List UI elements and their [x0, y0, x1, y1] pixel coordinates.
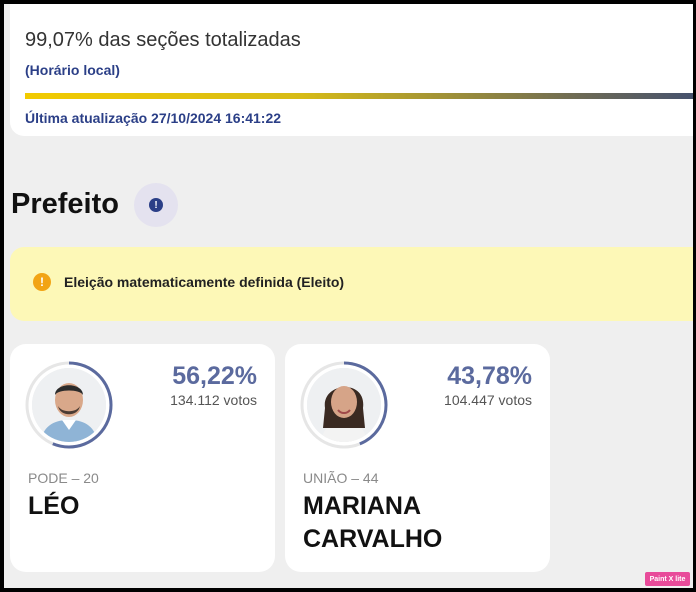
candidate-party: PODE – 20	[28, 470, 99, 486]
warning-icon: !	[33, 273, 51, 291]
result-alert: ! Eleição matematicamente definida (Elei…	[10, 247, 693, 321]
candidate-avatar-wrap	[24, 360, 114, 450]
candidate-photo	[307, 368, 381, 442]
candidate-party: UNIÃO – 44	[303, 470, 379, 486]
app-frame: 99,07% das seções totalizadas (Horário l…	[4, 4, 693, 588]
candidate-percent: 43,78%	[447, 362, 532, 390]
candidate-name: LÉO	[28, 492, 80, 520]
totalization-title: 99,07% das seções totalizadas	[25, 29, 301, 51]
candidate-photo	[32, 368, 106, 442]
candidate-card[interactable]: 56,22% 134.112 votos PODE – 20 LÉO	[10, 344, 275, 572]
candidate-votes: 134.112 votos	[170, 392, 257, 408]
totalization-progress-bar	[25, 93, 693, 99]
last-update-text: Última atualização 27/10/2024 16:41:22	[25, 110, 282, 126]
candidate-percent: 56,22%	[172, 362, 257, 390]
local-time-note: (Horário local)	[25, 62, 120, 78]
section-title: Prefeito	[11, 188, 119, 220]
candidate-avatar-wrap	[299, 360, 389, 450]
info-icon: !	[149, 198, 163, 212]
watermark-badge: Paint X lite	[645, 572, 690, 586]
candidate-card[interactable]: 43,78% 104.447 votos UNIÃO – 44 MARIANA …	[285, 344, 550, 572]
totalization-progress-fill	[25, 93, 693, 99]
candidate-name: MARIANA CARVALHO	[303, 492, 443, 553]
candidate-votes: 104.447 votos	[444, 392, 532, 408]
totalization-card: 99,07% das seções totalizadas (Horário l…	[10, 4, 693, 136]
info-button[interactable]: !	[134, 183, 178, 227]
alert-text: Eleição matematicamente definida (Eleito…	[64, 274, 345, 290]
